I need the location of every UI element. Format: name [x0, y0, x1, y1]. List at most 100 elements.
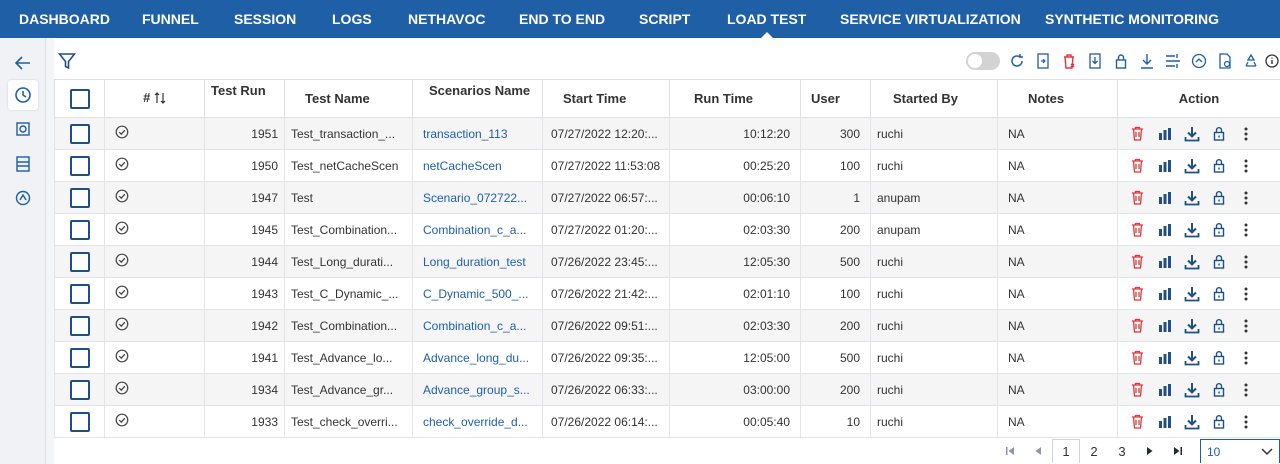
delete-icon[interactable] — [1124, 188, 1151, 208]
analyze-chart-icon[interactable] — [1151, 380, 1178, 400]
page-3-button[interactable]: 3 — [1108, 439, 1136, 463]
analyze-chart-icon[interactable] — [1151, 252, 1178, 272]
lock-icon[interactable] — [1205, 284, 1232, 304]
table-row[interactable]: 1947 Test Scenario_072722... 07/27/2022 06:… — [54, 181, 1280, 214]
share-icon[interactable] — [1186, 51, 1212, 71]
test-run-cell[interactable]: 1951 — [204, 117, 285, 150]
table-row[interactable]: 1941 Test_Advance_lo... Advance_long_du...… — [54, 341, 1280, 374]
index-column-header[interactable]: # — [104, 79, 205, 118]
table-row[interactable]: 1942 Test_Combination... Combination_c_a..… — [54, 309, 1280, 342]
delete-icon[interactable] — [1124, 284, 1151, 304]
row-checkbox[interactable] — [69, 187, 90, 208]
test-run-cell[interactable]: 1943 — [204, 277, 285, 310]
row-checkbox[interactable] — [69, 283, 90, 304]
download-icon[interactable] — [1178, 252, 1205, 272]
analyze-chart-icon[interactable] — [1151, 284, 1178, 304]
nav-tab-service-virtualization[interactable]: SERVICE VIRTUALIZATION — [840, 0, 1021, 38]
scenario-link[interactable]: Combination_c_a... — [412, 213, 543, 246]
download-icon[interactable] — [1178, 284, 1205, 304]
user-column-header[interactable]: User — [800, 79, 871, 118]
more-options-icon[interactable] — [1232, 380, 1259, 400]
more-options-icon[interactable] — [1232, 348, 1259, 368]
nav-tab-funnel[interactable]: FUNNEL — [142, 0, 199, 38]
more-options-icon[interactable] — [1232, 156, 1259, 176]
analyze-chart-icon[interactable] — [1151, 220, 1178, 240]
test-run-cell[interactable]: 1934 — [204, 373, 285, 406]
back-arrow-icon[interactable] — [8, 48, 38, 78]
monitor-icon[interactable] — [8, 183, 38, 213]
scenario-link[interactable]: check_override_d... — [412, 405, 543, 438]
settings-list-icon[interactable] — [1160, 51, 1186, 71]
test-run-cell[interactable]: 1933 — [204, 405, 285, 438]
nav-tab-synthetic-monitoring[interactable]: SYNTHETIC MONITORING — [1045, 0, 1219, 38]
lock-icon[interactable] — [1108, 51, 1134, 71]
analyze-chart-icon[interactable] — [1151, 156, 1178, 176]
page-2-button[interactable]: 2 — [1080, 439, 1108, 463]
started-by-column-header[interactable]: Started By — [870, 79, 998, 118]
page-1-button[interactable]: 1 — [1052, 439, 1080, 463]
more-options-icon[interactable] — [1232, 284, 1259, 304]
download-icon[interactable] — [1178, 220, 1205, 240]
row-checkbox[interactable] — [69, 411, 90, 432]
lock-icon[interactable] — [1205, 380, 1232, 400]
scenario-link[interactable]: Long_duration_test — [412, 245, 543, 278]
nav-tab-logs[interactable]: LOGS — [332, 0, 372, 38]
more-options-icon[interactable] — [1232, 252, 1259, 272]
recycle-icon[interactable] — [1238, 51, 1264, 71]
lock-icon[interactable] — [1205, 124, 1232, 144]
analyze-chart-icon[interactable] — [1151, 348, 1178, 368]
notes-column-header[interactable]: Notes — [997, 79, 1118, 118]
download-icon[interactable] — [1178, 124, 1205, 144]
lock-icon[interactable] — [1205, 252, 1232, 272]
info-icon[interactable] — [1264, 51, 1280, 71]
delete-icon[interactable] — [1124, 220, 1151, 240]
lock-icon[interactable] — [1205, 220, 1232, 240]
lock-icon[interactable] — [1205, 412, 1232, 432]
last-page-icon[interactable] — [1164, 439, 1192, 463]
scenarios-name-column-header[interactable]: Scenarios Name — [412, 79, 543, 118]
table-row[interactable]: 1944 Test_Long_durati... Long_duration_tes… — [54, 245, 1280, 278]
delete-icon[interactable] — [1124, 412, 1151, 432]
table-row[interactable]: 1934 Test_Advance_gr... Advance_group_s...… — [54, 373, 1280, 406]
download-icon[interactable] — [1178, 316, 1205, 336]
run-time-column-header[interactable]: Run Time — [669, 79, 801, 118]
page-size-select[interactable]: 10 — [1200, 439, 1280, 463]
test-run-cell[interactable]: 1947 — [204, 181, 285, 214]
delete-all-icon[interactable] — [1056, 51, 1082, 71]
nav-tab-dashboard[interactable]: DASHBOARD — [19, 0, 110, 38]
sort-icon[interactable] — [154, 91, 166, 107]
row-checkbox[interactable] — [69, 155, 90, 176]
more-options-icon[interactable] — [1232, 188, 1259, 208]
report-icon[interactable] — [8, 114, 38, 144]
nav-tab-nethavoc[interactable]: NETHAVOC — [408, 0, 486, 38]
analyze-chart-icon[interactable] — [1151, 188, 1178, 208]
lock-icon[interactable] — [1205, 316, 1232, 336]
nav-tab-end-to-end[interactable]: END TO END — [519, 0, 605, 38]
more-options-icon[interactable] — [1232, 412, 1259, 432]
test-run-cell[interactable]: 1941 — [204, 341, 285, 374]
download-icon[interactable] — [1178, 412, 1205, 432]
row-checkbox[interactable] — [69, 347, 90, 368]
test-run-cell[interactable]: 1942 — [204, 309, 285, 342]
download-icon[interactable] — [1178, 188, 1205, 208]
filter-icon[interactable] — [57, 52, 77, 75]
delete-icon[interactable] — [1124, 156, 1151, 176]
row-checkbox[interactable] — [69, 251, 90, 272]
scenario-link[interactable]: Combination_c_a... — [412, 309, 543, 342]
import-icon[interactable] — [1082, 51, 1108, 71]
scenario-link[interactable]: Scenario_072722... — [412, 181, 543, 214]
start-time-column-header[interactable]: Start Time — [542, 79, 670, 118]
table-row[interactable]: 1943 Test_C_Dynamic_... C_Dynamic_500_... 0… — [54, 277, 1280, 310]
scenario-link[interactable]: Advance_long_du... — [412, 341, 543, 374]
scenario-link[interactable]: Advance_group_s... — [412, 373, 543, 406]
more-options-icon[interactable] — [1232, 316, 1259, 336]
row-checkbox[interactable] — [69, 379, 90, 400]
scenario-link[interactable]: transaction_113 — [412, 117, 543, 150]
analyze-chart-icon[interactable] — [1151, 124, 1178, 144]
lock-icon[interactable] — [1205, 156, 1232, 176]
scenario-link[interactable]: C_Dynamic_500_... — [412, 277, 543, 310]
row-checkbox[interactable] — [69, 219, 90, 240]
first-page-icon[interactable] — [996, 439, 1024, 463]
download-icon[interactable] — [1134, 51, 1160, 71]
table-row[interactable]: 1945 Test_Combination... Combination_c_a..… — [54, 213, 1280, 246]
